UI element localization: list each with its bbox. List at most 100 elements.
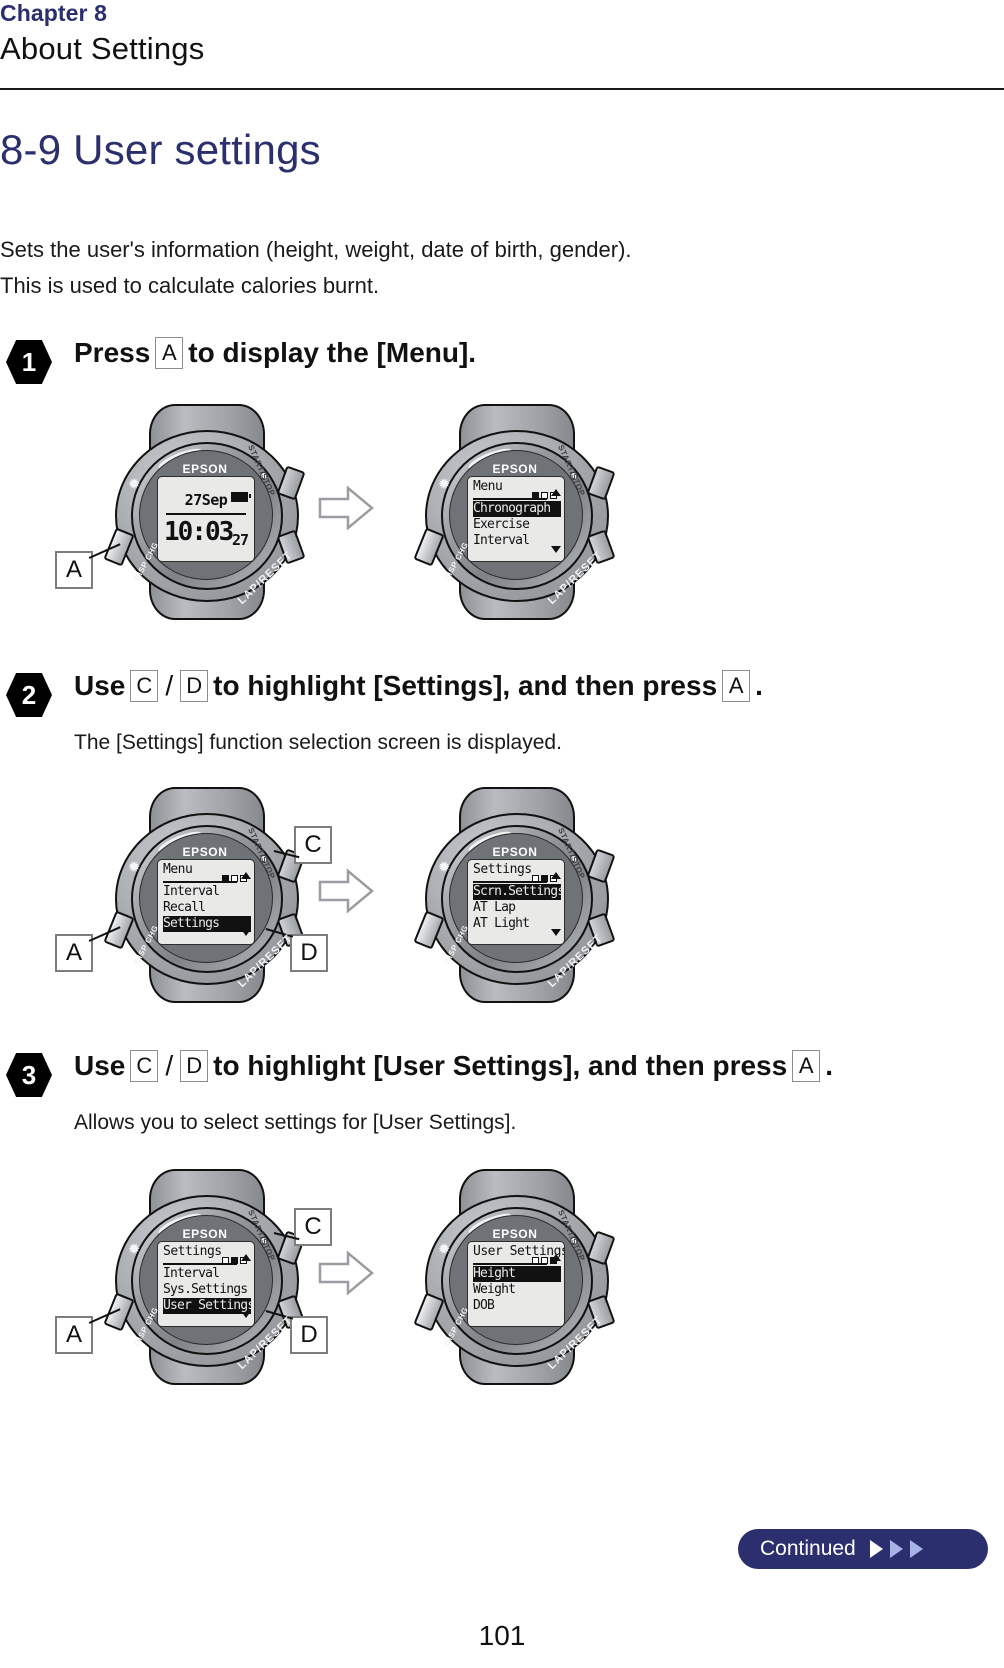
lcd-title: Settings — [473, 862, 532, 877]
step-2-number: 2 — [6, 673, 52, 717]
step-3-text-mid: to highlight [User Settings], and then p… — [213, 1050, 788, 1081]
lcd-screen-time: 27Sep 10:03 27 — [157, 476, 255, 562]
step-2-instruction: Use C / D to highlight [Settings], and t… — [74, 670, 763, 702]
keycap-a: A — [722, 670, 751, 702]
step-3-description: Allows you to select settings for [User … — [74, 1111, 517, 1134]
list-item: Interval — [163, 884, 220, 899]
continued-arrow-icon — [869, 1540, 883, 1558]
flow-arrow-icon — [318, 868, 374, 914]
step-3-instruction: Use C / D to highlight [User Settings], … — [74, 1050, 833, 1082]
backlight-icon: ✹ — [127, 476, 141, 493]
page-title: 8-9 User settings — [0, 126, 321, 173]
watch-settings-user-display: EPSON ✹ START/STOP LAP/RESET DISP CHG Se… — [103, 1169, 306, 1385]
list-item: Scrn.Settings — [473, 884, 565, 900]
intro-paragraph: Sets the user's information (height, wei… — [0, 232, 632, 304]
key-separator: / — [165, 1050, 174, 1081]
lcd-divider — [166, 513, 246, 515]
callout-button-d: D — [290, 934, 328, 972]
brand-label: EPSON — [492, 1227, 538, 1241]
lcd-screen-menu: Menu Chronograph Exercise Interval — [467, 476, 565, 562]
chapter-label: Chapter 8 — [0, 0, 107, 26]
lcd-time: 10:03 — [164, 517, 234, 547]
backlight-icon: ✹ — [127, 859, 141, 876]
brand-label: EPSON — [492, 845, 538, 859]
callout-button-a: A — [55, 934, 93, 972]
watch-menu-settings-display: EPSON ✹ START/STOP LAP/RESET DISP CHG Me… — [103, 787, 306, 1003]
list-item: Interval — [473, 533, 530, 548]
intro-line-1: Sets the user's information (height, wei… — [0, 237, 632, 262]
brand-label: EPSON — [182, 845, 228, 859]
list-item: Height — [473, 1266, 561, 1282]
scroll-up-icon — [241, 1254, 251, 1261]
list-item: Settings — [163, 916, 251, 932]
list-item: Recall — [163, 900, 206, 915]
watch-time-display: EPSON ✹ START/STOP LAP/RESET DISP CHG 27… — [103, 404, 306, 620]
scroll-up-icon — [241, 872, 251, 879]
list-item: DOB — [473, 1298, 495, 1313]
lcd-title: Settings — [163, 1244, 222, 1259]
continued-arrow-icon — [889, 1540, 903, 1558]
lcd-menu-rows: Chronograph Exercise Interval — [473, 501, 561, 549]
list-item: AT Light — [473, 916, 530, 931]
keycap-a: A — [792, 1050, 821, 1082]
step-1-text-after: to display the [Menu]. — [188, 337, 477, 368]
list-item: User Settings — [163, 1298, 255, 1314]
continued-arrow-icon — [909, 1540, 923, 1558]
lcd-screen-settings-user: Settings Interval Sys.Settings User Sett… — [157, 1241, 255, 1327]
step-3-text-before: Use — [74, 1050, 126, 1081]
flow-arrow-icon — [318, 1250, 374, 1296]
lcd-title: Menu — [473, 479, 503, 494]
lcd-screen-settings: Settings Scrn.Settings AT Lap AT Light — [467, 859, 565, 945]
step-2-text-before: Use — [74, 670, 126, 701]
step-2-text-mid: to highlight [Settings], and then press — [213, 670, 718, 701]
page-number: 101 — [478, 1620, 526, 1651]
continued-badge[interactable]: Continued — [738, 1529, 988, 1569]
step-1-figure: EPSON ✹ START/STOP LAP/RESET DISP CHG 27… — [0, 404, 1004, 620]
header-divider — [0, 88, 1004, 90]
lcd-title: Menu — [163, 862, 193, 877]
watch-settings-display: EPSON ✹ START/STOP LAP/RESET DISP CHG Se… — [413, 787, 616, 1003]
chapter-title: About Settings — [0, 31, 205, 66]
scroll-up-icon — [551, 489, 561, 496]
lcd-seconds: 27 — [231, 531, 249, 549]
list-item: Interval — [163, 1266, 220, 1281]
lcd-menu-rows: Height Weight DOB — [473, 1266, 561, 1314]
watch-menu-display: EPSON ✹ START/STOP LAP/RESET DISP CHG Me… — [413, 404, 616, 620]
step-1-instruction: Press A to display the [Menu]. — [74, 337, 476, 369]
list-item: AT Lap — [473, 900, 516, 915]
step-2-description: The [Settings] function selection screen… — [74, 731, 562, 754]
callout-button-d: D — [290, 1316, 328, 1354]
lcd-screen-menu-settings: Menu Interval Recall Settings — [157, 859, 255, 945]
list-item: Weight — [473, 1282, 516, 1297]
list-item: Sys.Settings — [163, 1282, 248, 1297]
scroll-up-icon — [551, 1254, 561, 1261]
list-item: Chronograph — [473, 501, 561, 517]
keycap-a: A — [155, 337, 184, 369]
list-item: Exercise — [473, 517, 530, 532]
step-3-number: 3 — [6, 1053, 52, 1097]
step-3-text-after: . — [825, 1050, 833, 1081]
brand-label: EPSON — [492, 462, 538, 476]
flow-arrow-icon — [318, 485, 374, 531]
keycap-c: C — [130, 670, 159, 702]
step-2-text-after: . — [755, 670, 763, 701]
callout-button-a: A — [55, 551, 93, 589]
continued-label: Continued — [760, 1537, 856, 1560]
callout-button-a: A — [55, 1316, 93, 1354]
step-1-number: 1 — [6, 340, 52, 384]
keycap-d: D — [180, 670, 209, 702]
backlight-icon: ✹ — [437, 859, 451, 876]
step-3-figure: EPSON ✹ START/STOP LAP/RESET DISP CHG Se… — [0, 1169, 1004, 1385]
step-1-text-before: Press — [74, 337, 151, 368]
lcd-screen-user-settings: User Settings Height Weight DOB — [467, 1241, 565, 1327]
key-separator: / — [165, 670, 174, 701]
backlight-icon: ✹ — [437, 476, 451, 493]
battery-icon — [231, 492, 251, 502]
backlight-icon: ✹ — [437, 1241, 451, 1258]
lcd-menu-rows: Interval Sys.Settings User Settings — [163, 1266, 255, 1314]
backlight-icon: ✹ — [127, 1241, 141, 1258]
lcd-menu-rows: Interval Recall Settings — [163, 884, 251, 932]
watch-user-settings-display: EPSON ✹ START/STOP LAP/RESET DISP CHG Us… — [413, 1169, 616, 1385]
step-2-figure: EPSON ✹ START/STOP LAP/RESET DISP CHG Me… — [0, 787, 1004, 1003]
lcd-menu-rows: Scrn.Settings AT Lap AT Light — [473, 884, 565, 932]
